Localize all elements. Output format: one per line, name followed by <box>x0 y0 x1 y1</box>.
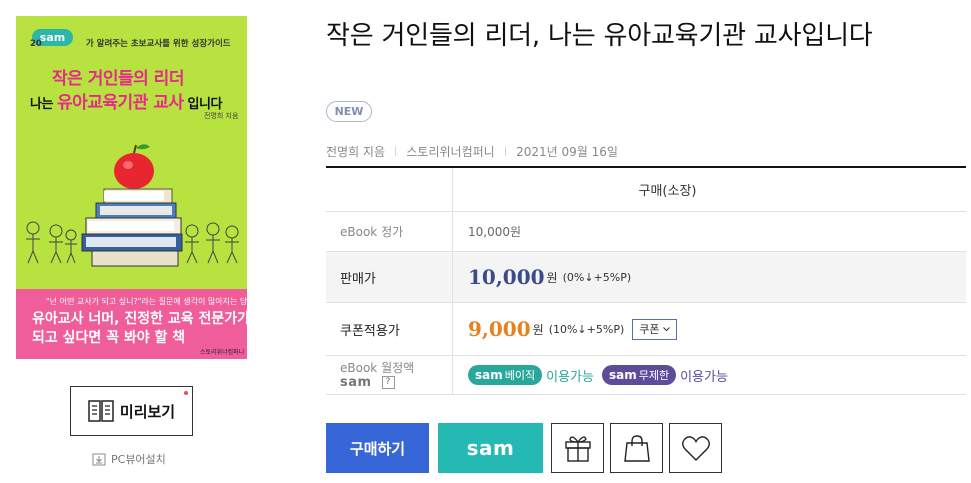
sam-unlimited-label: 무제한 <box>638 369 670 382</box>
price-table-header-blank <box>326 168 453 211</box>
cover-bottom-line2: 되고 싶다면 꼭 봐야 할 책 <box>32 330 186 346</box>
price-table-header-row: 구매(소장) <box>326 168 966 212</box>
price-table-header: 구매(소장) <box>638 184 697 199</box>
sale-price-row: 판매가 10,000 원 (0%↓+5%P) <box>326 252 966 303</box>
sam-logo: sam <box>340 374 372 390</box>
coupon-button[interactable]: 쿠폰 <box>632 318 677 340</box>
coupon-price-row: 쿠폰적용가 9,000 원 (10%↓+5%P) 쿠폰 <box>326 303 966 356</box>
ebook-price-row: eBook 정가 10,000원 <box>326 212 966 252</box>
gift-icon <box>564 436 591 462</box>
book-publisher[interactable]: 스토리위너컴퍼니 <box>406 143 494 160</box>
sam-subscription-row: eBook 월정액 sam? sam 베이직 이용가능 sam 무제한 이용가능 <box>326 356 966 395</box>
download-icon <box>92 453 106 465</box>
coupon-button-label: 쿠폰 <box>639 323 660 336</box>
cover-quote: "넌 어떤 교사가 되고 싶니?"라는 질문에 생각이 많아지는 당신 <box>46 297 247 306</box>
book-cover[interactable]: sam 20 가 알려주는 초보교사를 위한 성장가이드 작은 거인들의 리더 나… <box>16 16 247 359</box>
coupon-price-unit: 원 <box>532 322 544 337</box>
cover-author: 전명희 지음 <box>204 112 239 120</box>
price-table: 구매(소장) eBook 정가 10,000원 판매가 10,000 원 (0%… <box>326 166 966 395</box>
sam-unlimited-availability: 이용가능 <box>680 369 728 385</box>
sam-unlimited-badge[interactable]: sam 무제한 <box>601 365 677 385</box>
coupon-price-cell: 9,000 원 (10%↓+5%P) 쿠폰 <box>453 303 966 355</box>
ebook-price-value: 10,000원 <box>468 225 522 239</box>
pc-viewer-install-link[interactable]: PC뷰어설치 <box>92 451 166 467</box>
pc-viewer-label: PC뷰어설치 <box>111 453 166 466</box>
sam-basic-badge[interactable]: sam 베이직 <box>468 365 543 385</box>
sam-subscription-label-cell: eBook 월정액 sam? <box>326 356 453 394</box>
chevron-down-icon <box>662 326 670 331</box>
book-title: 작은 거인들의 리더, 나는 유아교육기관 교사입니다 <box>326 21 873 51</box>
sale-price-cell: 10,000 원 (0%↓+5%P) <box>453 252 966 302</box>
new-badge: NEW <box>326 101 372 122</box>
sam-basic-label: 베이직 <box>504 369 536 382</box>
sam-button[interactable]: sam <box>438 423 543 473</box>
sam-basic-availability: 이용가능 <box>546 369 594 385</box>
sam-subscription-cell: sam 베이직 이용가능 sam 무제한 이용가능 <box>453 356 966 394</box>
coupon-price-value: 9,000 <box>468 317 531 341</box>
book-author[interactable]: 전명희 지음 <box>326 143 385 160</box>
gift-button[interactable] <box>551 423 604 473</box>
sam-unlimited-logo: sam <box>608 368 637 382</box>
sale-price-value: 10,000 <box>468 265 545 289</box>
sam-subscription-label: eBook 월정액 <box>340 360 415 375</box>
coupon-price-label: 쿠폰적용가 <box>326 303 453 355</box>
new-dot-indicator <box>184 391 188 395</box>
wishlist-button[interactable] <box>669 423 722 473</box>
sale-price-unit: 원 <box>546 270 558 285</box>
meta-divider: | <box>394 146 398 157</box>
book-open-icon <box>88 400 114 422</box>
cover-title-line2: 나는 유아교육기관 교사 입니다 <box>30 93 222 113</box>
cover-tagline: 20 가 알려주는 초보교사를 위한 성장가이드 <box>30 39 231 49</box>
cart-button[interactable] <box>610 423 663 473</box>
meta-divider: | <box>503 146 508 157</box>
heart-icon <box>681 436 710 461</box>
ebook-price-label: eBook 정가 <box>326 212 453 251</box>
cover-bottom-band: "넌 어떤 교사가 되고 싶니?"라는 질문에 생각이 많아지는 당신 유아교사… <box>16 289 247 359</box>
sam-basic-logo: sam <box>475 368 503 382</box>
coupon-price-discount: (10%↓+5%P) <box>548 322 625 336</box>
publish-date: 2021년 09월 16일 <box>516 145 618 159</box>
cover-publisher: 스토리위너컴퍼니 <box>200 349 245 356</box>
preview-label: 미리보기 <box>119 402 176 421</box>
sale-price-label: 판매가 <box>326 252 453 302</box>
cover-bottom-line1: 유아교사 너머, 진정한 교육 전문가가 <box>32 311 247 327</box>
sale-price-discount: (0%↓+5%P) <box>562 270 632 284</box>
preview-button[interactable]: 미리보기 <box>70 386 193 436</box>
shopping-bag-icon <box>623 435 650 462</box>
buy-button[interactable]: 구매하기 <box>326 423 429 473</box>
cover-title-line1: 작은 거인들의 리더 <box>52 69 184 89</box>
help-icon[interactable]: ? <box>381 375 395 389</box>
book-meta: 전명희 지음 | 스토리위너컴퍼니 | 2021년 09월 16일 <box>326 143 618 160</box>
cover-illustration <box>26 144 239 267</box>
